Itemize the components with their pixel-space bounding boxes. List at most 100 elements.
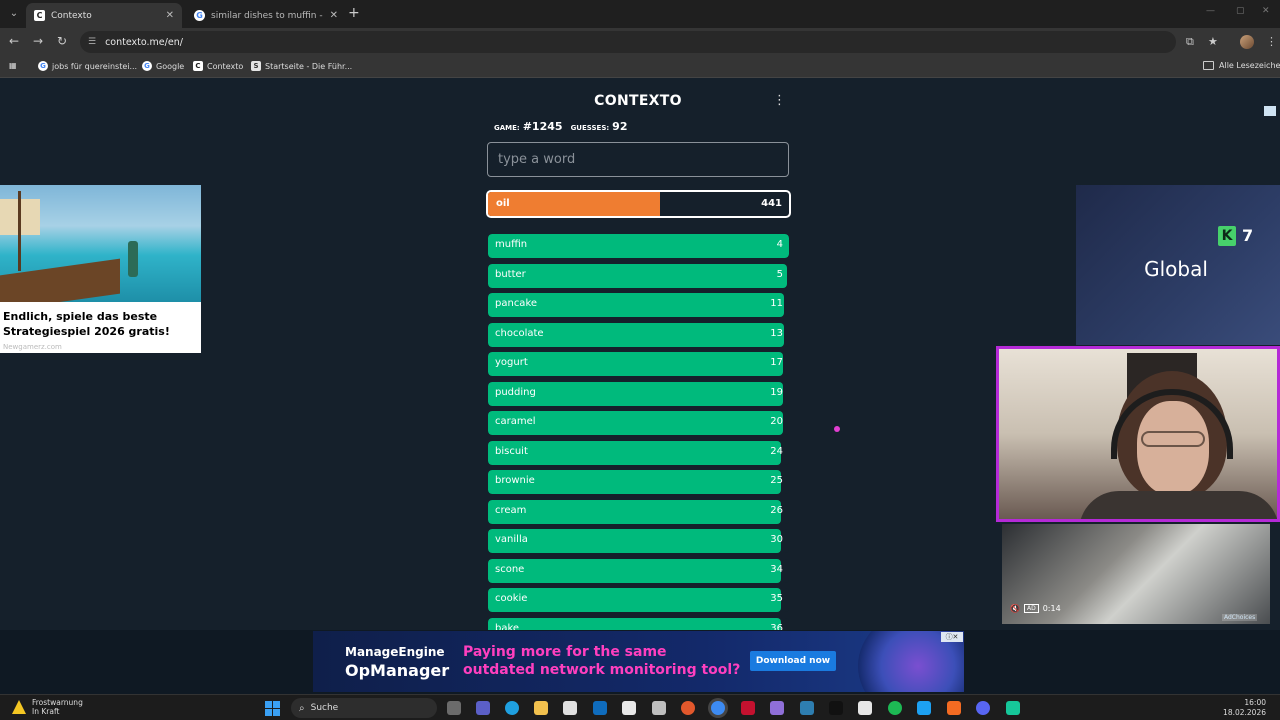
clock-time: 16:00 — [1244, 698, 1266, 707]
guess-row: brownie 25 — [488, 470, 789, 494]
guess-row: pancake 11 — [488, 293, 789, 317]
close-window-icon[interactable]: ✕ — [1262, 6, 1270, 16]
right-ad[interactable]: Global — [1076, 185, 1280, 345]
bookmark-star-icon[interactable]: ★ — [1208, 35, 1218, 48]
guess-row: chocolate 13 — [488, 322, 789, 347]
taskbar-search-label: Suche — [310, 703, 339, 713]
current-guess-rank: 441 — [761, 198, 782, 209]
notepad-icon[interactable] — [563, 701, 577, 715]
outlook-icon[interactable] — [593, 701, 607, 715]
twitter-icon[interactable] — [917, 701, 931, 715]
adchoices-label[interactable]: AdChoices — [1222, 614, 1258, 621]
chrome-icon[interactable] — [711, 701, 725, 715]
all-bookmarks[interactable]: Alle Lesezeichen — [1203, 61, 1280, 70]
spotify-icon[interactable] — [888, 701, 902, 715]
browser-toolbar: ← → ↻ ☰ contexto.me/en/ ⧉ ★ ⋮ — [0, 28, 1280, 56]
word-input[interactable] — [487, 142, 789, 177]
taskbar-clock[interactable]: 16:00 18.02.2026 — [1223, 698, 1266, 718]
guess-row: pudding 19 — [488, 381, 789, 406]
store-icon[interactable] — [622, 701, 636, 715]
photos-icon[interactable] — [800, 701, 814, 715]
close-tab-icon[interactable]: ✕ — [166, 10, 174, 21]
guess-rank: 5 — [776, 268, 783, 280]
browser-menu-icon[interactable]: ⋮ — [1266, 35, 1277, 48]
tab-search-icon[interactable]: ⌄ — [6, 6, 22, 22]
tiktok-icon[interactable] — [829, 701, 843, 715]
weather-widget[interactable]: Frostwarnung In Kraft — [12, 698, 83, 716]
app-icon[interactable] — [770, 701, 784, 715]
url-text: contexto.me/en/ — [105, 36, 183, 48]
apps-grid-icon[interactable]: ▦ — [9, 61, 17, 70]
right-ad-number: 7 — [1242, 226, 1254, 245]
guess-row: cookie 35 — [488, 588, 789, 612]
capcut-icon[interactable] — [858, 701, 872, 715]
guess-word: biscuit — [495, 445, 528, 457]
bookmark-jobs[interactable]: G jobs für quereinstei... — [38, 61, 137, 71]
bookmark-startseite[interactable]: S Startseite - Die Führ... — [251, 61, 352, 71]
install-app-icon[interactable]: ⧉ — [1186, 35, 1194, 49]
guess-rank: 13 — [770, 327, 783, 339]
warning-icon — [12, 700, 26, 714]
guess-similarity-bar — [488, 499, 782, 524]
red-app-icon[interactable] — [741, 701, 755, 715]
video-ad-badge: AD — [1023, 604, 1039, 613]
ad-domain: Newgamerz.com — [3, 343, 62, 351]
contexto-favicon-icon: C — [34, 10, 45, 21]
guess-rank: 30 — [770, 534, 783, 545]
file-explorer-icon[interactable] — [534, 701, 548, 715]
guesses-label: GUESSES: — [570, 124, 610, 132]
search-icon: ⌕ — [299, 702, 305, 714]
guess-similarity-bar — [488, 440, 782, 465]
current-guess: oil 441 — [486, 190, 791, 218]
profile-avatar[interactable] — [1240, 35, 1254, 49]
back-icon[interactable]: ← — [9, 34, 19, 48]
close-tab-icon[interactable]: ✕ — [330, 10, 338, 21]
guess-word: pancake — [495, 298, 538, 309]
ad-mast-shape — [18, 191, 21, 271]
brave-icon[interactable] — [681, 701, 695, 715]
guess-rank: 26 — [770, 504, 783, 516]
mute-icon[interactable]: 🔇 — [1010, 604, 1020, 613]
video-controls: 🔇 AD 0:14 — [1010, 604, 1061, 613]
guess-word: muffin — [495, 239, 528, 250]
taskbar-search[interactable]: ⌕ Suche — [291, 698, 437, 718]
teams-icon[interactable] — [476, 701, 490, 715]
green-app-icon[interactable] — [1006, 701, 1020, 715]
guess-row: yogurt 17 — [488, 352, 789, 376]
guess-similarity-bar — [488, 617, 782, 630]
mouse-cursor-icon — [834, 426, 840, 432]
banner-close-icon[interactable]: ⓘ✕ — [941, 632, 963, 642]
tab-contexto[interactable]: C Contexto ✕ — [26, 3, 182, 28]
discord-icon[interactable] — [976, 701, 990, 715]
bookmark-google[interactable]: G Google — [142, 61, 184, 71]
guess-word: vanilla — [495, 534, 528, 545]
weather-sub: In Kraft — [32, 707, 60, 716]
guess-similarity-bar — [488, 558, 782, 583]
banner-message: Paying more for the same outdated networ… — [463, 644, 741, 678]
address-bar[interactable]: ☰ contexto.me/en/ — [80, 31, 1176, 53]
page-title: CONTEXTO — [594, 93, 682, 109]
tab-label: Contexto — [51, 10, 92, 21]
left-ad[interactable]: Endlich, spiele das beste Strategiespiel… — [0, 185, 201, 353]
windows-start-icon[interactable] — [265, 701, 280, 716]
forward-icon[interactable]: → — [33, 34, 43, 48]
ad-info-icon[interactable] — [1264, 106, 1276, 116]
restore-icon[interactable]: ▢ — [1236, 6, 1245, 16]
menu-kebab-icon[interactable]: ⋮ — [773, 93, 786, 108]
guess-list: muffin 4 butter 5 pancake 11 chocolate 13 yogurt… — [488, 234, 789, 630]
eraser-icon[interactable] — [652, 701, 666, 715]
guess-row: bake 36 — [488, 617, 789, 630]
new-tab-icon[interactable]: + — [348, 5, 360, 21]
edge-icon[interactable] — [505, 701, 519, 715]
orange-app-icon[interactable] — [947, 701, 961, 715]
bottom-banner-ad[interactable]: ManageEngine OpManager Paying more for t… — [313, 631, 964, 692]
site-info-icon[interactable]: ☰ — [88, 37, 96, 47]
contexto-favicon-icon: C — [193, 61, 203, 71]
tab-google-search[interactable]: G similar dishes to muffin - Goog ✕ — [186, 3, 346, 28]
task-view-icon[interactable] — [447, 701, 461, 715]
guess-rank: 25 — [770, 475, 783, 486]
download-now-button[interactable]: Download now — [750, 651, 836, 671]
bookmark-contexto[interactable]: C Contexto — [193, 61, 243, 71]
minimize-icon[interactable]: — — [1206, 6, 1215, 16]
reload-icon[interactable]: ↻ — [57, 34, 67, 48]
